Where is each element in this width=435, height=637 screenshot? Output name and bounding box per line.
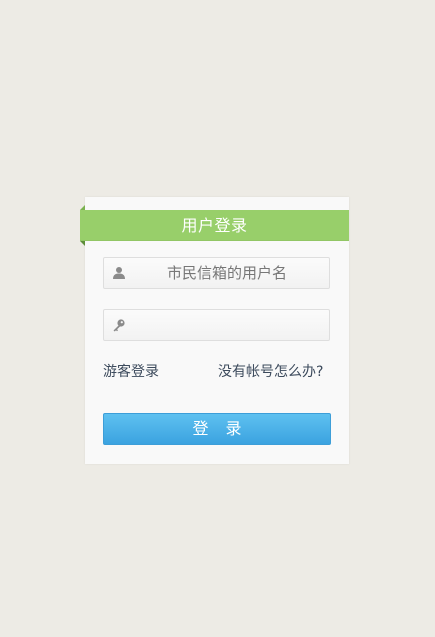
key-icon bbox=[113, 319, 125, 332]
user-icon bbox=[113, 267, 125, 279]
login-title: 用户登录 bbox=[181, 216, 248, 235]
guest-login-link[interactable]: 游客登录 bbox=[103, 361, 159, 381]
ribbon-fold bbox=[80, 241, 85, 246]
password-input[interactable] bbox=[132, 310, 322, 340]
login-button[interactable]: 登 录 bbox=[103, 413, 331, 445]
username-input[interactable] bbox=[132, 258, 322, 288]
no-account-link[interactable]: 没有帐号怎么办? bbox=[218, 361, 323, 381]
password-field[interactable] bbox=[103, 309, 330, 341]
login-page: 用户登录 游客登录 没有帐号怎么办? 登 录 bbox=[0, 0, 435, 637]
username-field[interactable] bbox=[103, 257, 330, 289]
